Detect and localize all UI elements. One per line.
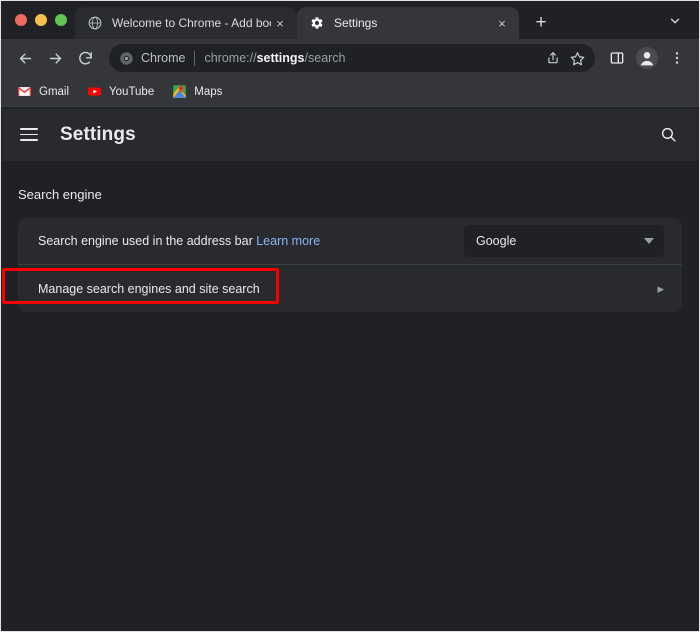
- chrome-globe-icon: [87, 15, 103, 31]
- bookmark-label: Maps: [194, 86, 222, 98]
- search-icon[interactable]: [654, 121, 682, 149]
- gmail-icon: [16, 84, 32, 100]
- tab-welcome-to-chrome[interactable]: Welcome to Chrome - Add boo ×: [75, 7, 297, 39]
- reload-icon[interactable]: [71, 44, 99, 72]
- gear-icon: [309, 15, 325, 31]
- dropdown-value: Google: [476, 234, 644, 248]
- omnibox-chip-label: Chrome: [141, 51, 185, 65]
- window-traffic-lights: [9, 1, 75, 39]
- omnibox-divider: [194, 51, 195, 66]
- url-prefix: chrome://: [204, 51, 256, 65]
- google-maps-icon: [171, 84, 187, 100]
- page-title: Settings: [60, 124, 136, 146]
- search-engine-dropdown[interactable]: Google: [464, 225, 664, 257]
- youtube-icon: [86, 84, 102, 100]
- profile-avatar-icon[interactable]: [633, 44, 661, 72]
- bookmark-youtube[interactable]: YouTube: [81, 81, 162, 103]
- address-bar[interactable]: Chrome chrome://settings/search: [109, 44, 595, 72]
- settings-content: Search engine Search engine used in the …: [2, 161, 698, 312]
- arrow-left-icon[interactable]: [11, 44, 39, 72]
- side-panel-icon[interactable]: [603, 44, 631, 72]
- close-icon[interactable]: ×: [493, 14, 511, 32]
- chrome-icon: [117, 49, 135, 67]
- browser-window: Welcome to Chrome - Add boo × Settings ×…: [0, 0, 700, 632]
- chevron-down-icon: [644, 238, 654, 244]
- star-icon[interactable]: [565, 46, 589, 70]
- row-manage-search-engines[interactable]: Manage search engines and site search ▸: [18, 264, 682, 312]
- close-window-button[interactable]: [15, 14, 27, 26]
- hamburger-menu-icon[interactable]: [20, 122, 46, 148]
- bookmark-label: Gmail: [39, 86, 69, 98]
- tab-search-chevron-down-icon[interactable]: [661, 7, 689, 35]
- bookmark-maps[interactable]: Maps: [166, 81, 230, 103]
- tab-title: Settings: [334, 16, 493, 30]
- settings-page: Settings Search engine Search engine use…: [2, 109, 698, 630]
- bookmarks-bar: Gmail YouTube Maps: [1, 77, 699, 107]
- new-tab-button[interactable]: +: [527, 8, 555, 36]
- omnibox-url: chrome://settings/search: [204, 51, 345, 65]
- bookmark-gmail[interactable]: Gmail: [11, 81, 77, 103]
- browser-toolbar: Chrome chrome://settings/search: [1, 39, 699, 77]
- bookmark-label: YouTube: [109, 86, 154, 98]
- tab-strip: Welcome to Chrome - Add boo × Settings ×…: [1, 1, 699, 39]
- minimize-window-button[interactable]: [35, 14, 47, 26]
- close-icon[interactable]: ×: [271, 14, 289, 32]
- arrow-right-icon[interactable]: [41, 44, 69, 72]
- settings-header: Settings: [2, 109, 698, 161]
- row-label-text: Search engine used in the address bar: [38, 234, 253, 248]
- three-dot-menu-icon[interactable]: [663, 44, 691, 72]
- chevron-right-icon: ▸: [657, 282, 664, 295]
- maximize-window-button[interactable]: [55, 14, 67, 26]
- section-title: Search engine: [18, 187, 682, 202]
- url-bold-segment: settings: [257, 51, 305, 65]
- tab-title: Welcome to Chrome - Add boo: [112, 16, 271, 30]
- row-label-text: Manage search engines and site search: [38, 282, 657, 296]
- url-suffix: /search: [305, 51, 346, 65]
- omnibox-actions: [541, 46, 589, 70]
- share-icon[interactable]: [541, 46, 565, 70]
- row-label: Search engine used in the address bar Le…: [38, 234, 464, 248]
- row-search-engine-address-bar: Search engine used in the address bar Le…: [18, 218, 682, 264]
- tab-settings[interactable]: Settings ×: [297, 7, 519, 39]
- search-engine-card: Search engine used in the address bar Le…: [18, 218, 682, 312]
- learn-more-link[interactable]: Learn more: [256, 234, 320, 248]
